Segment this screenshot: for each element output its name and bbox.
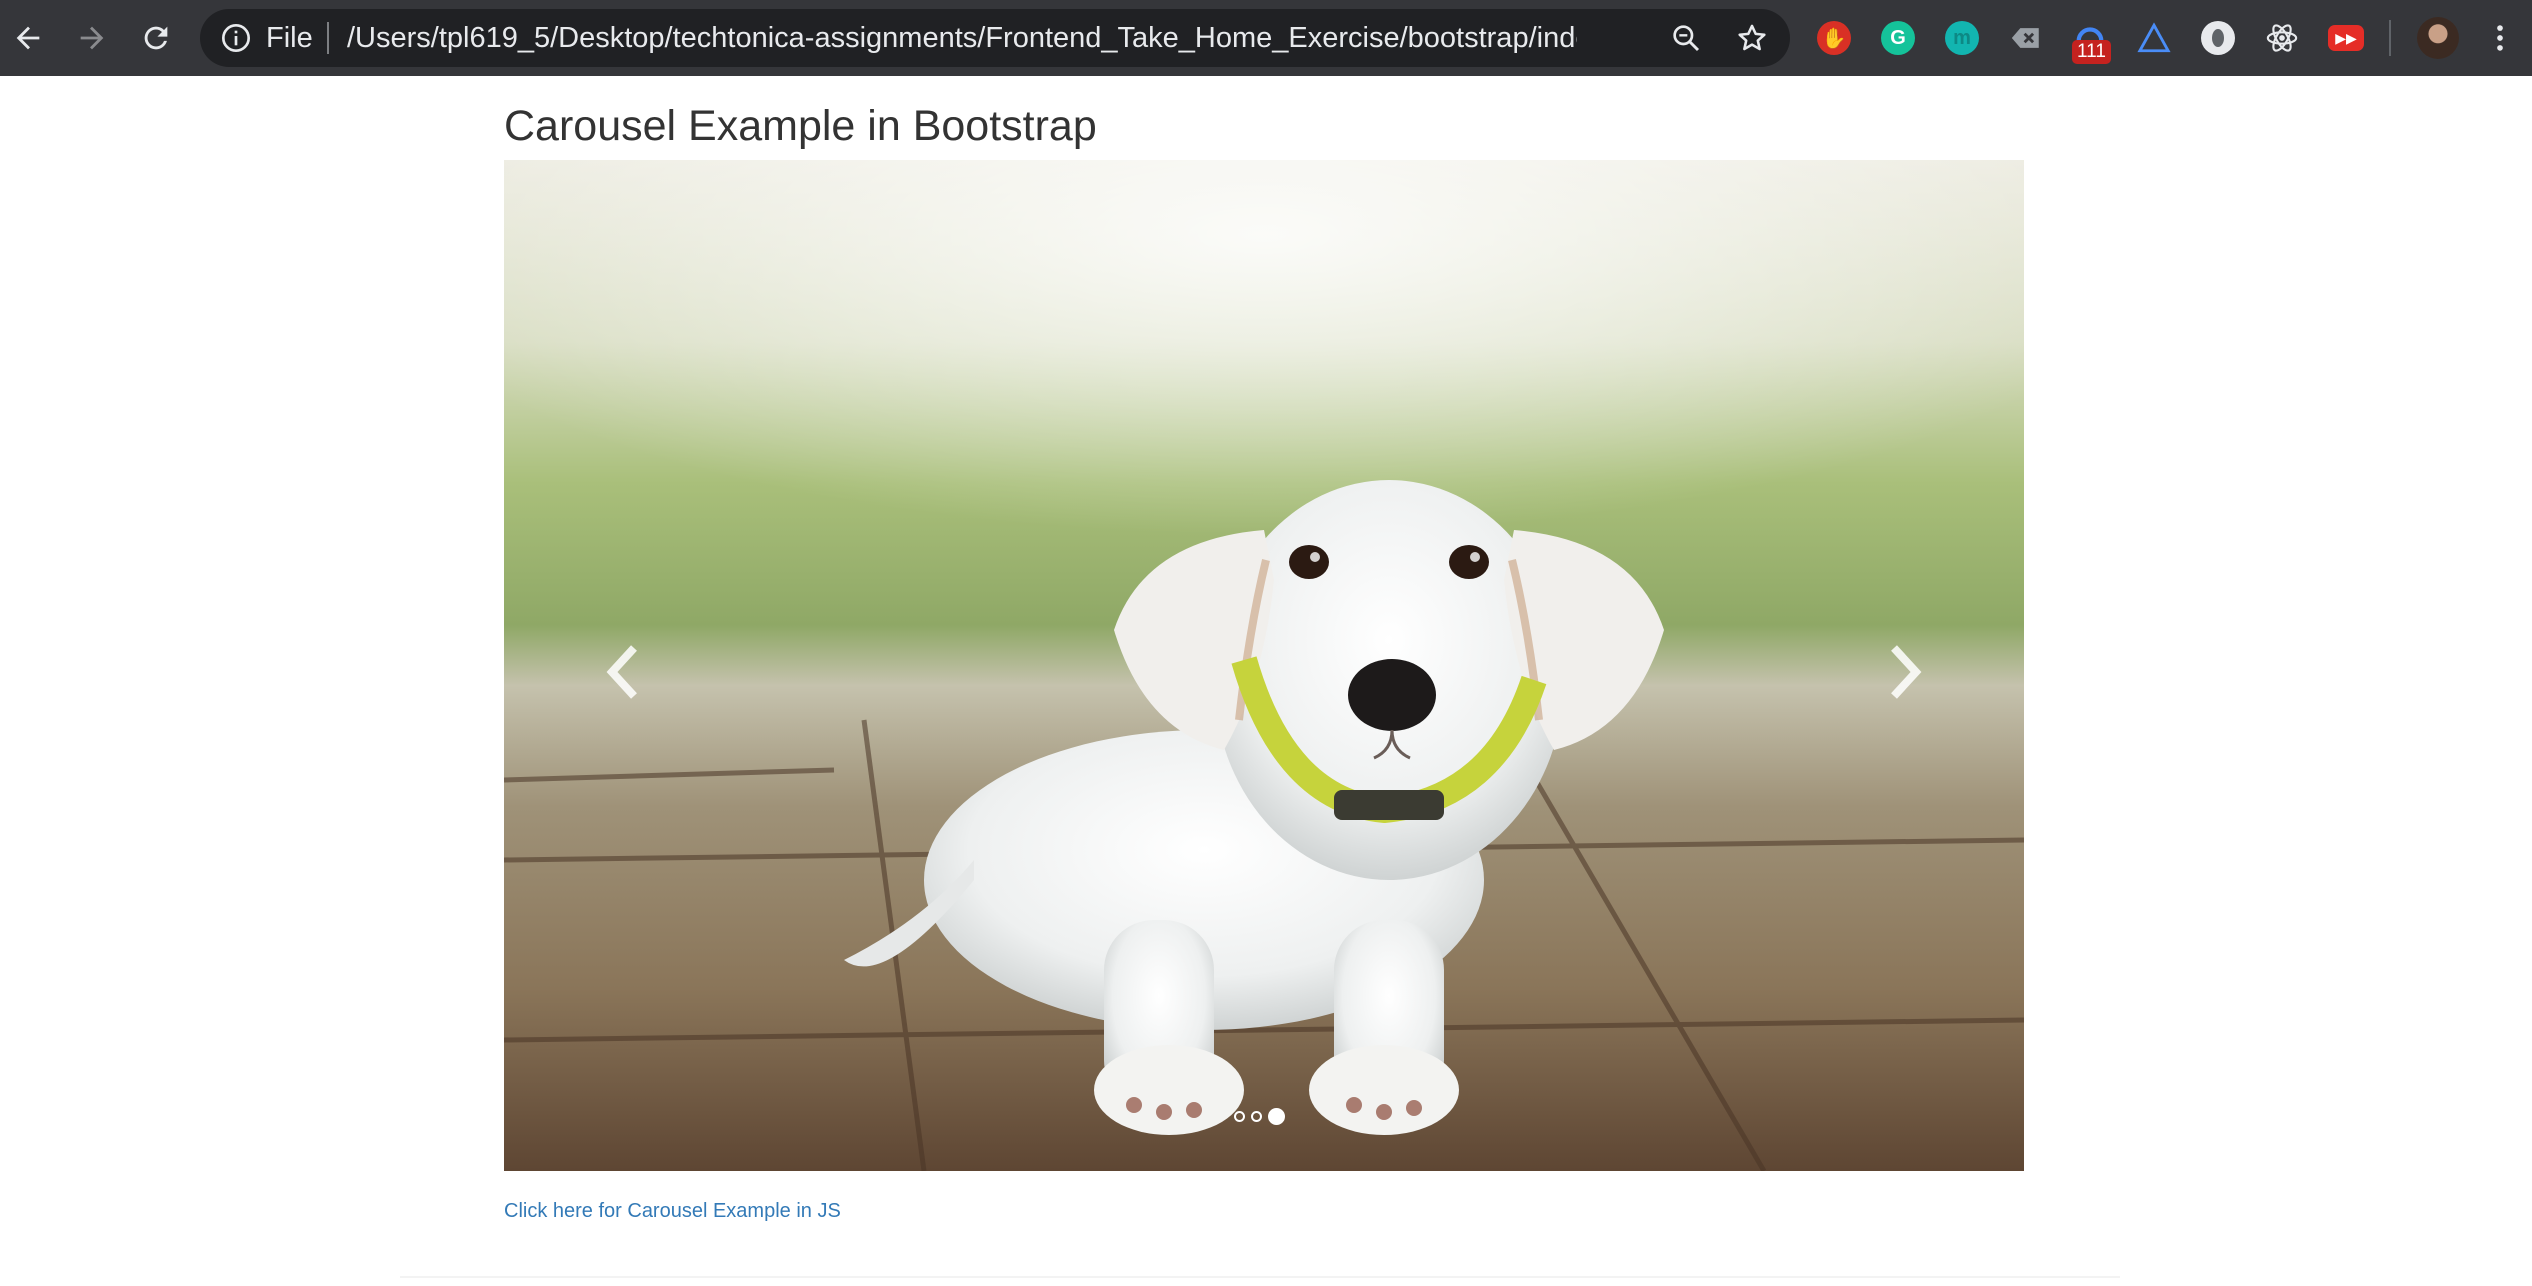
- hand-extension-icon[interactable]: ✋: [1814, 18, 1854, 58]
- omnibox-divider: [327, 22, 329, 54]
- triangle-extension-icon[interactable]: [2134, 18, 2174, 58]
- carousel-prev-button[interactable]: [574, 622, 674, 722]
- carousel-indicator[interactable]: [1251, 1110, 1262, 1122]
- clear-extension-icon[interactable]: [2006, 18, 2046, 58]
- extension-badge: 111: [2072, 40, 2111, 64]
- circle-extension-icon[interactable]: [2198, 18, 2238, 58]
- carousel-indicator[interactable]: [1234, 1110, 1245, 1122]
- carousel-indicator-active[interactable]: [1268, 1107, 1285, 1125]
- carousel-slide-image: [504, 160, 2024, 1171]
- divider: [400, 1276, 2120, 1278]
- chevron-right-icon: [1891, 645, 1922, 699]
- carousel-indicators: [1234, 1107, 1285, 1125]
- info-icon[interactable]: [220, 22, 252, 54]
- file-label[interactable]: File: [266, 20, 313, 56]
- menu-icon[interactable]: [2482, 20, 2518, 56]
- video-extension-icon[interactable]: ▶▶: [2326, 18, 2366, 58]
- reload-icon[interactable]: [138, 20, 174, 56]
- browser-toolbar: File /Users/tpl619_5/Desktop/techtonica-…: [0, 0, 2532, 76]
- address-bar[interactable]: File /Users/tpl619_5/Desktop/techtonica-…: [200, 9, 1790, 67]
- url-text[interactable]: /Users/tpl619_5/Desktop/techtonica-assig…: [347, 20, 1577, 56]
- page-title: Carousel Example in Bootstrap: [504, 102, 1097, 150]
- react-devtools-icon[interactable]: [2262, 18, 2302, 58]
- star-icon[interactable]: [1735, 21, 1769, 55]
- back-icon[interactable]: [10, 20, 46, 56]
- forward-icon[interactable]: [74, 20, 110, 56]
- extension-icon[interactable]: m: [1942, 18, 1982, 58]
- carousel-next-button[interactable]: [1854, 622, 1954, 722]
- zoom-icon[interactable]: [1670, 22, 1702, 54]
- js-carousel-link[interactable]: Click here for Carousel Example in JS: [504, 1196, 841, 1226]
- avatar[interactable]: [2417, 17, 2459, 59]
- toolbar-divider: [2389, 20, 2391, 56]
- grammarly-extension-icon[interactable]: G: [1878, 18, 1918, 58]
- chevron-left-icon: [606, 645, 637, 699]
- carousel[interactable]: [504, 160, 2024, 1171]
